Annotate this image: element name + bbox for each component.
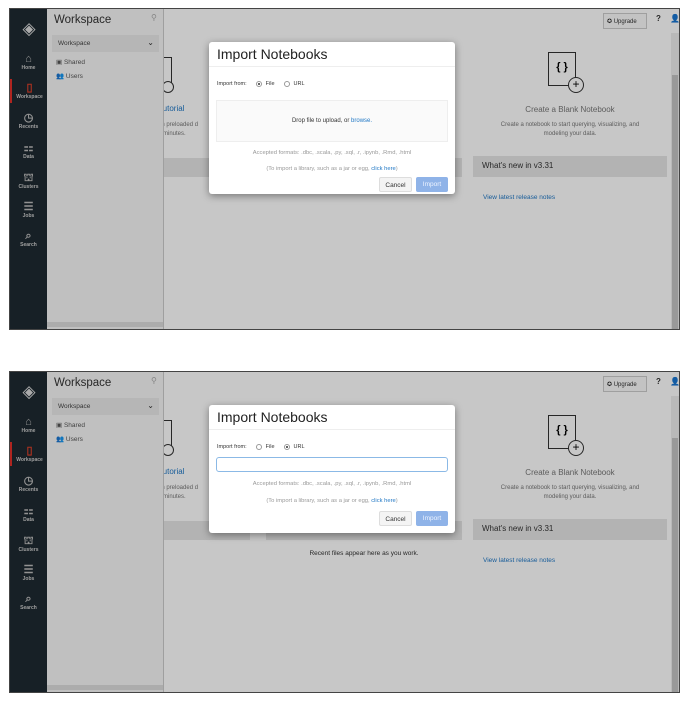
import-button[interactable]: Import <box>416 177 448 192</box>
cancel-button[interactable]: Cancel <box>379 511 412 526</box>
import-button[interactable]: Import <box>416 511 448 526</box>
import-notebooks-dialog: Import Notebooks Import from: File URL D… <box>209 42 455 194</box>
app-screenshot-2: ◈ ⌂ Home ▯ Workspace ◷ Recents ⚏ Data ⛫ Clusters ☰ J… <box>9 371 680 693</box>
library-note: (To import a library, such as a jar or e… <box>266 498 398 504</box>
dialog-title: Import Notebooks <box>209 405 455 430</box>
dialog-title: Import Notebooks <box>209 42 455 67</box>
cancel-button[interactable]: Cancel <box>379 177 412 192</box>
import-from-row: Import from: File URL <box>217 81 305 87</box>
radio-file[interactable] <box>255 81 262 87</box>
accepted-formats: Accepted formats: .dbc, .scala, .py, .sq… <box>252 150 412 156</box>
url-input[interactable] <box>216 457 448 472</box>
radio-file[interactable] <box>255 444 262 450</box>
import-notebooks-dialog: Import Notebooks Import from: File URL A… <box>209 405 455 533</box>
browse-link[interactable]: browse. <box>351 118 372 124</box>
app-screenshot-1: ◈ ⌂ Home ▯ Workspace ◷ Recents ⚏ Data ⛫ Clusters ☰ J… <box>9 8 680 330</box>
click-here-link[interactable]: click here <box>371 498 395 504</box>
file-dropzone[interactable]: Drop file to upload, or browse. <box>216 100 448 142</box>
radio-url[interactable] <box>283 81 290 87</box>
radio-url[interactable] <box>283 444 290 450</box>
import-from-row: Import from: File URL <box>217 444 305 450</box>
accepted-formats: Accepted formats: .dbc, .scala, .py, .sq… <box>252 481 412 487</box>
library-note: (To import a library, such as a jar or e… <box>266 166 398 172</box>
click-here-link[interactable]: click here <box>371 166 395 172</box>
